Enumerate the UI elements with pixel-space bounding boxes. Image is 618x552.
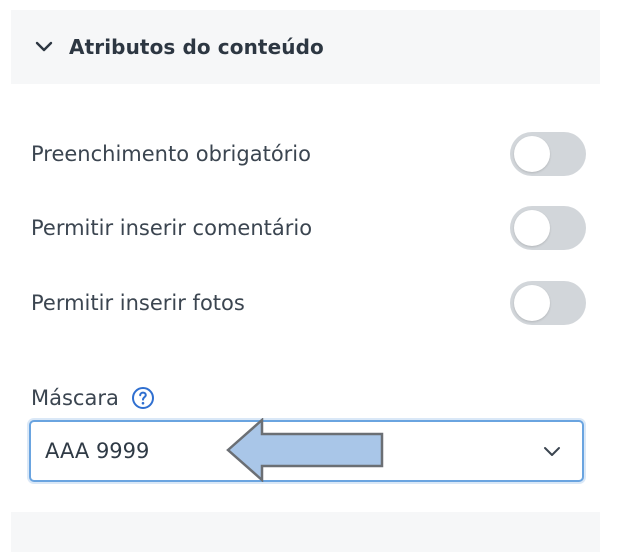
toggle-knob bbox=[514, 285, 550, 321]
comment-toggle[interactable] bbox=[510, 206, 586, 250]
chevron-down-icon bbox=[33, 36, 55, 58]
section-title: Atributos do conteúdo bbox=[69, 35, 324, 59]
toggle-knob bbox=[514, 136, 550, 172]
toggle-row-required: Preenchimento obrigatório bbox=[31, 131, 586, 177]
toggle-row-comment: Permitir inserir comentário bbox=[31, 205, 586, 251]
required-toggle[interactable] bbox=[510, 132, 586, 176]
toggle-label-photos: Permitir inserir fotos bbox=[31, 291, 245, 315]
next-section-header bbox=[11, 512, 600, 552]
question-circle-icon[interactable] bbox=[131, 386, 155, 410]
content-attributes-panel: Atributos do conteúdo Preenchimento obri… bbox=[0, 0, 618, 552]
chevron-down-icon bbox=[540, 439, 564, 463]
toggle-row-photos: Permitir inserir fotos bbox=[31, 280, 586, 326]
section-header-content-attributes[interactable]: Atributos do conteúdo bbox=[11, 10, 600, 84]
mask-label: Máscara bbox=[31, 386, 119, 410]
toggle-label-comment: Permitir inserir comentário bbox=[31, 216, 313, 240]
toggle-label-required: Preenchimento obrigatório bbox=[31, 142, 311, 166]
left-arrow-annotation-icon bbox=[226, 418, 384, 482]
photos-toggle[interactable] bbox=[510, 281, 586, 325]
toggle-knob bbox=[514, 210, 550, 246]
mask-select-value: AAA 9999 bbox=[45, 439, 150, 463]
mask-label-row: Máscara bbox=[31, 386, 155, 410]
